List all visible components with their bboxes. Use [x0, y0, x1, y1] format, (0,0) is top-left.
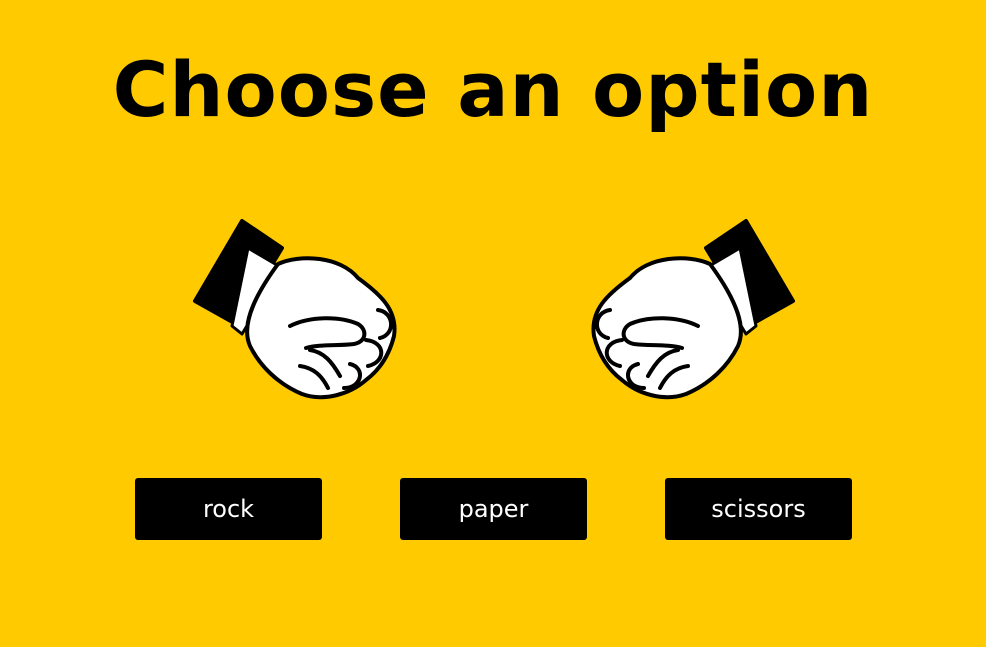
page-title: Choose an option [112, 45, 874, 134]
choice-buttons: rock paper scissors [0, 478, 986, 540]
fist-icon [591, 219, 795, 400]
fist-icon [193, 219, 397, 400]
computer-hand [588, 216, 798, 406]
player-hand [190, 216, 400, 406]
rock-button[interactable]: rock [135, 478, 322, 540]
paper-button[interactable]: paper [400, 478, 587, 540]
scissors-button[interactable]: scissors [665, 478, 852, 540]
